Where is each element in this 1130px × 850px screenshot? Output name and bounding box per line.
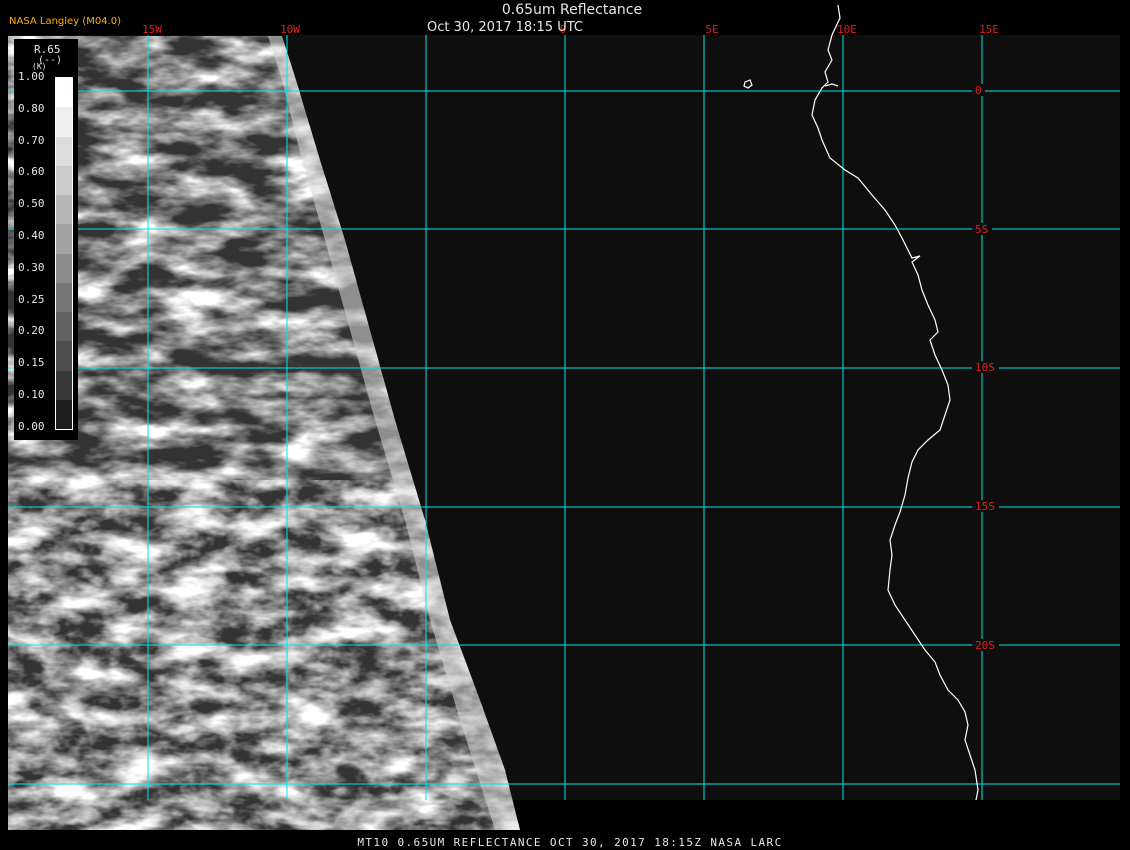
legend-tick-label: 0.80 — [18, 101, 45, 115]
legend-tick-label: 0.25 — [18, 292, 45, 306]
legend-tick-label: 0.20 — [18, 324, 45, 338]
footer-caption: MT10 0.65UM REFLECTANCE OCT 30, 2017 18:… — [357, 836, 783, 849]
latitude-label: 10S — [975, 361, 995, 374]
legend-color-step — [56, 195, 72, 225]
image-timestamp: Oct 30, 2017 18:15 UTC — [427, 20, 583, 35]
latitude-label: 5S — [975, 223, 988, 236]
legend-color-step — [56, 282, 72, 312]
legend-color-step — [56, 370, 72, 400]
legend-color-step — [56, 341, 72, 371]
legend-color-step — [56, 253, 72, 283]
color-legend: R.65 (--) (K) 1.00 0.80 0.70 0.60 0.50 0.40 0.… — [14, 39, 78, 440]
legend-tick-label: 0.60 — [18, 165, 45, 179]
legend-color-step — [56, 136, 72, 166]
legend-tick-label: 1.00 — [18, 70, 45, 83]
image-title: 0.65um Reflectance — [501, 2, 643, 18]
legend-color-step — [56, 312, 72, 342]
legend-color-step — [56, 107, 72, 137]
legend-color-step — [56, 399, 72, 429]
legend-tick-label: 0.10 — [18, 388, 45, 401]
latitude-label: 20S — [975, 639, 995, 652]
latitude-label: 15S — [975, 500, 995, 513]
legend-colorbar — [55, 77, 73, 430]
legend-tick-label: 0.30 — [18, 260, 45, 274]
legend-tick-label: 0.70 — [18, 133, 45, 147]
credit-label: NASA Langley (M04.0) — [9, 16, 121, 27]
legend-color-step — [56, 165, 72, 195]
legend-tick-label: 0.00 — [18, 419, 45, 433]
legend-tick-label: 0.40 — [18, 229, 45, 242]
satellite-map: 15W 10W 0 5E 10E 15E05S10S15S20S — [0, 4, 1130, 850]
latitude-label: 0 — [975, 84, 982, 97]
legend-color-step — [56, 224, 72, 254]
legend-color-step — [56, 78, 72, 108]
legend-tick-label: 0.15 — [18, 356, 45, 370]
legend-tick-label: 0.50 — [18, 197, 45, 211]
